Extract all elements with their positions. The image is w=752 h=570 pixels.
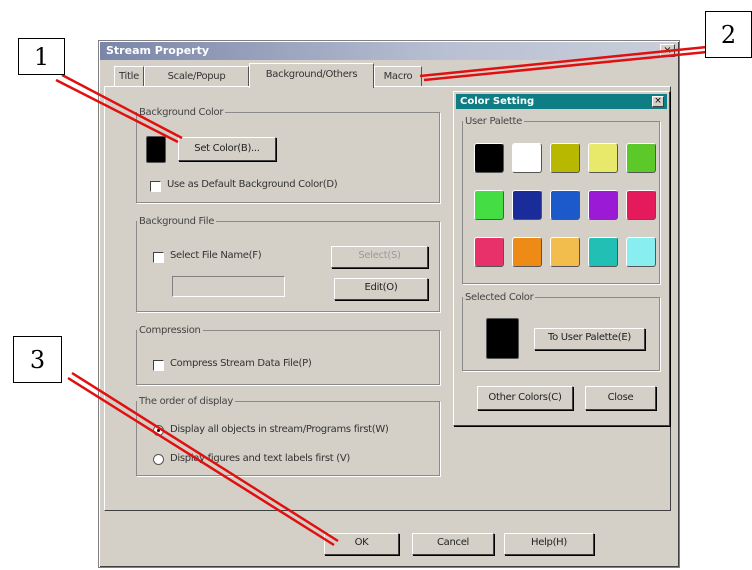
callout-2-line-a	[419, 45, 708, 78]
callout-2-line-b	[423, 50, 708, 82]
callout-2: 2	[705, 11, 752, 58]
callout-1-line-a	[61, 73, 183, 140]
callout-3: 3	[13, 336, 62, 383]
callout-1-line-b	[55, 78, 179, 144]
annotation-arrows	[55, 45, 708, 547]
callout-3-line-b	[67, 376, 335, 547]
callout-1: 1	[18, 38, 65, 75]
callout-3-line-a	[71, 371, 339, 543]
tab-background-others[interactable]: Background/Others	[249, 63, 374, 88]
